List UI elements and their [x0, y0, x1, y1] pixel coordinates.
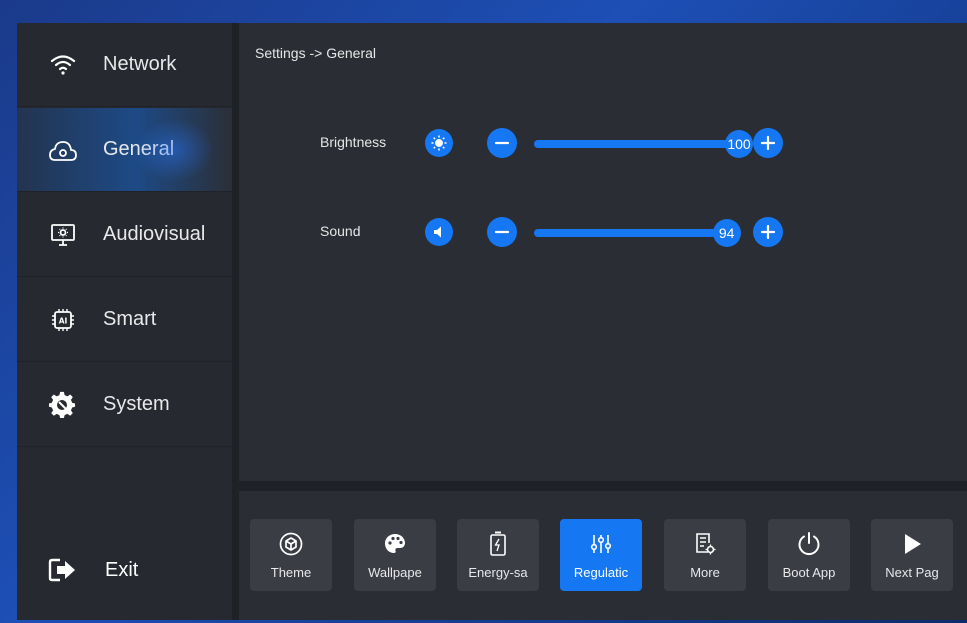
brightness-slider-knob[interactable]: 100 — [725, 130, 753, 158]
gear-icon — [43, 385, 83, 425]
boot-app-button[interactable]: Boot App — [768, 519, 850, 591]
sidebar-item-label: Smart — [103, 308, 157, 330]
exit-button[interactable]: Exit — [17, 535, 232, 605]
brightness-increase-button[interactable] — [753, 128, 783, 158]
play-icon — [901, 527, 923, 561]
brightness-decrease-button[interactable] — [487, 128, 517, 158]
sliders-icon — [589, 527, 613, 561]
bottom-toolbar: Theme Wallpape Energy-sa Regulatic More … — [239, 491, 967, 620]
next-page-label: Next Pag — [885, 565, 939, 580]
exit-icon — [43, 550, 83, 590]
speaker-icon — [425, 218, 453, 246]
brightness-icon — [425, 129, 453, 157]
energy-saving-button[interactable]: Energy-sa — [457, 519, 539, 591]
theme-label: Theme — [270, 565, 312, 580]
sound-decrease-button[interactable] — [487, 217, 517, 247]
ai-chip-icon: AI — [43, 300, 83, 340]
palette-icon — [383, 527, 407, 561]
theme-button[interactable]: Theme — [250, 519, 332, 591]
sidebar-item-network[interactable]: Network — [17, 23, 232, 107]
sidebar: Network General Audiovisual AI Smart Sys… — [17, 23, 232, 620]
cube-icon — [279, 527, 303, 561]
next-page-button[interactable]: Next Pag — [871, 519, 953, 591]
power-icon — [796, 527, 822, 561]
settings-panel: Settings -> General Brightness 100 Sound — [239, 23, 967, 481]
svg-text:AI: AI — [59, 316, 68, 325]
monitor-icon — [43, 215, 83, 255]
regulation-label: Regulatic — [573, 565, 629, 580]
sidebar-item-general[interactable]: General — [17, 108, 232, 192]
boot-app-label: Boot App — [782, 565, 836, 580]
sidebar-item-label: Network — [103, 53, 177, 75]
sound-slider-track[interactable] — [534, 229, 727, 237]
sidebar-item-label: System — [103, 393, 170, 415]
brightness-slider-track[interactable] — [534, 140, 739, 148]
brightness-label: Brightness — [320, 134, 387, 150]
sidebar-item-label: General — [103, 138, 175, 160]
energy-saving-label: Energy-sa — [468, 565, 528, 580]
sound-slider-knob[interactable]: 94 — [712, 219, 741, 247]
breadcrumb: Settings -> General — [255, 45, 377, 61]
sidebar-item-smart[interactable]: AI Smart — [17, 278, 232, 362]
sidebar-item-label: Audiovisual — [103, 223, 206, 245]
wifi-icon — [43, 45, 83, 85]
cloud-settings-icon — [43, 130, 83, 170]
document-settings-icon — [694, 527, 716, 561]
sound-increase-button[interactable] — [753, 217, 783, 247]
more-button[interactable]: More — [664, 519, 746, 591]
sidebar-item-audiovisual[interactable]: Audiovisual — [17, 193, 232, 277]
more-label: More — [690, 565, 720, 580]
regulation-button[interactable]: Regulatic — [560, 519, 642, 591]
wallpaper-label: Wallpape — [368, 565, 422, 580]
sound-row: Sound 94 — [239, 213, 967, 253]
sidebar-item-system[interactable]: System — [17, 363, 232, 447]
settings-screen: Network General Audiovisual AI Smart Sys… — [17, 23, 967, 620]
wallpaper-button[interactable]: Wallpape — [354, 519, 436, 591]
brightness-row: Brightness 100 — [239, 124, 967, 164]
sound-label: Sound — [320, 223, 361, 239]
battery-icon — [488, 527, 508, 561]
exit-label: Exit — [105, 558, 139, 581]
